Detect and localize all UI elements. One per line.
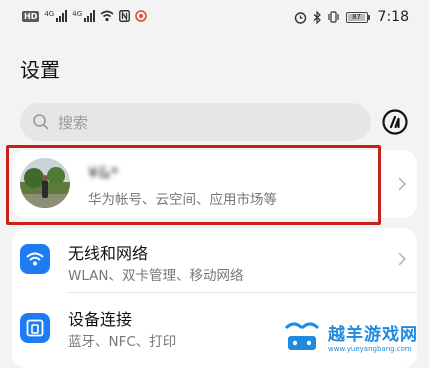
divider xyxy=(68,292,417,293)
chevron-right-icon xyxy=(398,252,407,266)
device-connection-icon xyxy=(20,313,50,343)
settings-item-title[interactable]: 设备连接 xyxy=(68,306,132,330)
network-type-label: 4G xyxy=(44,10,55,18)
watermark-logo-icon xyxy=(284,322,320,350)
status-left: HD 4G 4G xyxy=(22,10,147,22)
search-icon xyxy=(33,114,49,130)
search-input[interactable]: 搜索 xyxy=(20,103,371,141)
page-title: 设置 xyxy=(20,58,60,82)
bluetooth-icon xyxy=(313,10,321,24)
settings-item-subtitle: 蓝牙、NFC、打印 xyxy=(68,334,177,350)
battery-icon: 87 xyxy=(345,11,370,23)
status-bar: HD 4G 4G 87 7:18 xyxy=(0,0,429,36)
chevron-right-icon xyxy=(398,177,407,191)
signal-icon-sim2: 4G xyxy=(72,10,96,22)
settings-item-subtitle: WLAN、双卡管理、移动网络 xyxy=(68,268,244,284)
status-right: 87 7:18 xyxy=(294,9,409,25)
alarm-icon xyxy=(294,11,306,24)
notification-app-icon xyxy=(135,10,147,22)
settings-item-title[interactable]: 无线和网络 xyxy=(68,240,148,264)
clock: 7:18 xyxy=(377,9,409,25)
hd-icon: HD xyxy=(22,10,40,22)
network-type-label: 4G xyxy=(72,10,83,18)
nfc-icon xyxy=(119,10,131,22)
highlight-box xyxy=(6,145,381,225)
wifi-status-icon xyxy=(100,10,114,22)
watermark-url: www.yueyangbang.com xyxy=(328,345,412,353)
battery-level: 87 xyxy=(352,12,361,21)
watermark: 越羊游戏网 www.yueyangbang.com xyxy=(282,318,422,358)
hivoice-icon[interactable] xyxy=(381,108,409,136)
signal-icon-sim1: 4G xyxy=(44,10,68,22)
watermark-title: 越羊游戏网 xyxy=(328,325,418,345)
vibrate-icon xyxy=(327,11,339,23)
wifi-icon xyxy=(20,244,50,274)
search-placeholder: 搜索 xyxy=(58,113,89,132)
